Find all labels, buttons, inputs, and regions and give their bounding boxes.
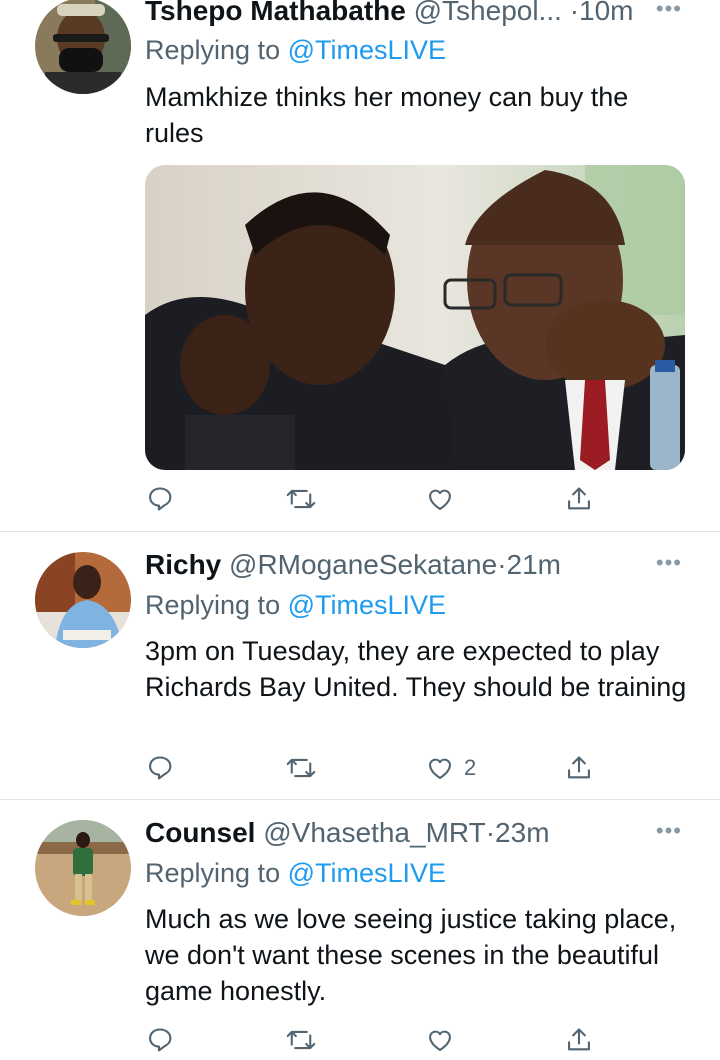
replying-to-label: Replying to [145, 590, 288, 620]
more-icon[interactable]: ••• [656, 818, 682, 844]
mention-link[interactable]: @TimesLIVE [288, 590, 446, 620]
retweet-icon [286, 754, 316, 782]
mention-link[interactable]: @TimesLIVE [288, 858, 446, 888]
tweet-actions [0, 1020, 720, 1060]
retweet-button[interactable] [286, 479, 316, 519]
like-button[interactable] [426, 1020, 464, 1060]
share-icon [565, 1026, 593, 1054]
replying-to: Replying to @TimesLIVE [145, 588, 446, 622]
separator-dot: · [497, 549, 507, 580]
display-name[interactable]: Counsel [145, 817, 255, 848]
display-name[interactable]: Richy [145, 549, 221, 580]
reply-icon [146, 1026, 174, 1054]
tweet-actions [0, 479, 720, 519]
retweet-button[interactable] [286, 748, 316, 788]
more-icon[interactable]: ••• [656, 550, 682, 576]
replying-to-label: Replying to [145, 35, 288, 65]
tweet-photo[interactable] [145, 165, 685, 470]
reply-icon [146, 485, 174, 513]
tweet-header: Richy @RMoganeSekatane·21m [145, 548, 561, 582]
reply-icon [146, 754, 174, 782]
mention-link[interactable]: @TimesLIVE [288, 35, 446, 65]
replying-to: Replying to @TimesLIVE [145, 33, 446, 67]
avatar[interactable] [35, 0, 131, 94]
tweet[interactable]: Richy @RMoganeSekatane·21m ••• Replying … [0, 532, 720, 800]
tweet[interactable]: Tshepo Mathabathe @Tshepol... ·10m ••• R… [0, 0, 720, 530]
retweet-icon [286, 485, 316, 513]
like-icon [426, 485, 454, 513]
share-button[interactable] [565, 1020, 593, 1060]
retweet-icon [286, 1026, 316, 1054]
user-handle[interactable]: @Vhasetha_MRT [263, 817, 485, 848]
tweet[interactable]: Counsel @Vhasetha_MRT·23m ••• Replying t… [0, 800, 720, 1052]
like-count: 2 [464, 755, 477, 780]
separator-dot: · [485, 817, 496, 848]
retweet-button[interactable] [286, 1020, 316, 1060]
share-icon [565, 485, 593, 513]
timestamp[interactable]: 23m [495, 817, 549, 848]
like-icon [426, 754, 454, 782]
like-icon [426, 1026, 454, 1054]
replying-to-label: Replying to [145, 858, 288, 888]
timestamp[interactable]: 21m [507, 549, 561, 580]
tweet-text: 3pm on Tuesday, they are expected to pla… [145, 636, 687, 702]
tweet-header: Tshepo Mathabathe @Tshepol... ·10m [145, 0, 633, 28]
replying-to: Replying to @TimesLIVE [145, 856, 446, 890]
user-handle[interactable]: @Tshepol... [414, 0, 562, 26]
avatar[interactable] [35, 552, 131, 648]
display-name[interactable]: Tshepo Mathabathe [145, 0, 406, 26]
like-button[interactable] [426, 479, 464, 519]
share-button[interactable] [565, 479, 593, 519]
reply-button[interactable] [146, 479, 174, 519]
reply-button[interactable] [146, 1020, 174, 1060]
tweet-text: Mamkhize thinks her money can buy the ru… [145, 82, 629, 148]
reply-button[interactable] [146, 748, 174, 788]
separator-dot: · [569, 0, 580, 26]
share-icon [565, 754, 593, 782]
tweet-text: Much as we love seeing justice taking pl… [145, 904, 677, 1006]
avatar[interactable] [35, 820, 131, 916]
like-button[interactable]: 2 [426, 748, 476, 788]
more-icon[interactable]: ••• [656, 0, 682, 22]
tweet-actions: 2 [0, 748, 720, 788]
tweet-header: Counsel @Vhasetha_MRT·23m [145, 816, 550, 850]
share-button[interactable] [565, 748, 593, 788]
timestamp[interactable]: 10m [579, 0, 633, 26]
user-handle[interactable]: @RMoganeSekatane [229, 549, 497, 580]
